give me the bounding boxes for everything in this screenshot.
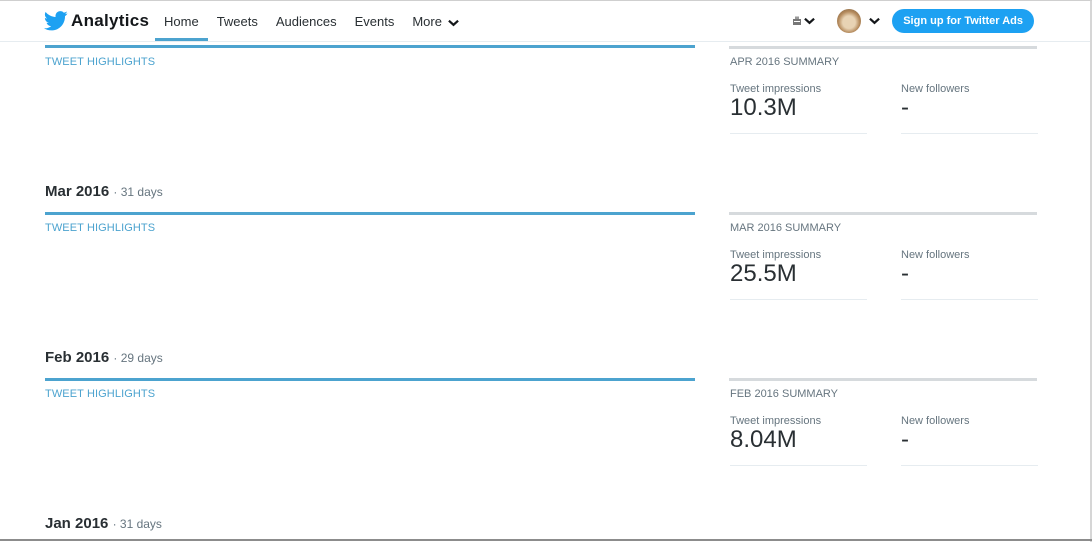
chevron-down-icon <box>869 17 881 25</box>
account-menu-button[interactable] <box>815 9 881 33</box>
metric-value: 25.5M <box>730 260 797 287</box>
metric-value: - <box>901 94 909 121</box>
nav-tab-audiences[interactable]: Audiences <box>267 1 346 41</box>
nav-tab-events[interactable]: Events <box>346 1 404 41</box>
chevron-down-icon <box>447 19 459 26</box>
metric-tweet-impressions: Tweet impressions 8.04M <box>730 415 867 466</box>
tweet-highlights-label: TWEET HIGHLIGHTS <box>45 222 156 234</box>
metric-new-followers: New followers - <box>901 415 1038 466</box>
tweet-highlights-label: TWEET HIGHLIGHTS <box>45 56 156 68</box>
nav-tab-home[interactable]: Home <box>155 1 208 41</box>
month-header: Mar 2016 · 31 days <box>45 183 163 200</box>
month-days: 29 days <box>120 351 163 365</box>
metric-value: - <box>901 426 909 453</box>
summary-title: MAR 2016 SUMMARY <box>730 222 842 234</box>
brand-name: Analytics <box>71 11 150 30</box>
highlights-divider <box>45 45 695 48</box>
separator-dot: · <box>113 351 118 365</box>
nav-tab-tweets[interactable]: Tweets <box>208 1 267 41</box>
nav-tab-label: Events <box>354 14 395 29</box>
highlights-divider <box>45 212 695 215</box>
nav-tab-label: More <box>412 14 442 29</box>
nav-tabs: Home Tweets Audiences Events More <box>155 1 468 41</box>
month-days: 31 days <box>119 517 162 531</box>
brand[interactable]: Analytics <box>44 11 149 31</box>
metric-value: 10.3M <box>730 94 797 121</box>
nav-right: Sign up for Twitter Ads <box>792 9 1034 33</box>
metric-tweet-impressions: Tweet impressions 10.3M <box>730 83 867 134</box>
nav-tab-more[interactable]: More <box>403 1 467 41</box>
metric-label: New followers <box>901 415 970 427</box>
summary-title: FEB 2016 SUMMARY <box>730 388 839 400</box>
top-navigation: Analytics Home Tweets Audiences Events M… <box>0 1 1090 42</box>
metric-tweet-impressions: Tweet impressions 25.5M <box>730 249 867 300</box>
summary-divider <box>729 46 1037 49</box>
metric-new-followers: New followers - <box>901 83 1038 134</box>
metric-new-followers: New followers - <box>901 249 1038 300</box>
highlights-divider <box>45 378 695 381</box>
month-days: 31 days <box>120 185 163 199</box>
month-title: Jan 2016 <box>45 515 109 532</box>
store-menu-button[interactable] <box>792 16 816 26</box>
metric-label: New followers <box>901 249 970 261</box>
metric-value: - <box>901 260 909 287</box>
avatar <box>837 9 862 33</box>
nav-tab-label: Audiences <box>275 14 337 29</box>
nav-tab-label: Home <box>164 14 199 29</box>
summary-title: APR 2016 SUMMARY <box>730 56 840 68</box>
nav-tab-label: Tweets <box>216 14 258 29</box>
summary-divider <box>729 378 1037 381</box>
separator-dot: · <box>113 185 118 199</box>
store-icon <box>793 16 802 25</box>
separator-dot: · <box>112 517 117 531</box>
summary-divider <box>729 212 1037 215</box>
twitter-bird-icon <box>44 11 68 31</box>
month-header: Jan 2016 · 31 days <box>45 515 162 532</box>
month-title: Mar 2016 <box>45 183 110 200</box>
metric-label: New followers <box>901 83 970 95</box>
month-title: Feb 2016 <box>45 349 110 366</box>
chevron-down-icon <box>804 17 816 25</box>
sign-up-twitter-ads-button[interactable]: Sign up for Twitter Ads <box>892 9 1034 33</box>
month-header: Feb 2016 · 29 days <box>45 349 163 366</box>
tweet-highlights-label: TWEET HIGHLIGHTS <box>45 388 156 400</box>
metric-value: 8.04M <box>730 426 797 453</box>
